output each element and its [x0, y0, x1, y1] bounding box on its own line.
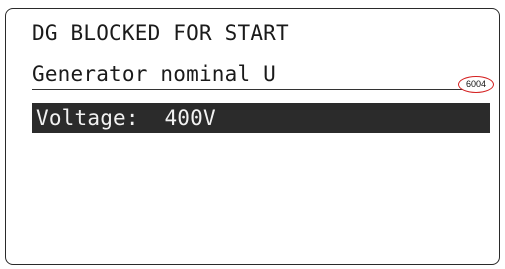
selected-value-row[interactable]: Voltage: 400V: [32, 103, 490, 133]
value-field[interactable]: 400V: [164, 106, 215, 130]
status-message: DG BLOCKED FOR START: [32, 21, 289, 45]
parameter-divider: [32, 89, 488, 90]
display-screen: DG BLOCKED FOR START Generator nominal U…: [5, 8, 500, 265]
parameter-code-badge: 6004: [458, 76, 494, 93]
parameter-name: Generator nominal U: [32, 62, 277, 86]
value-label: Voltage:: [36, 106, 139, 130]
value-row-text: Voltage: 400V: [36, 105, 216, 131]
